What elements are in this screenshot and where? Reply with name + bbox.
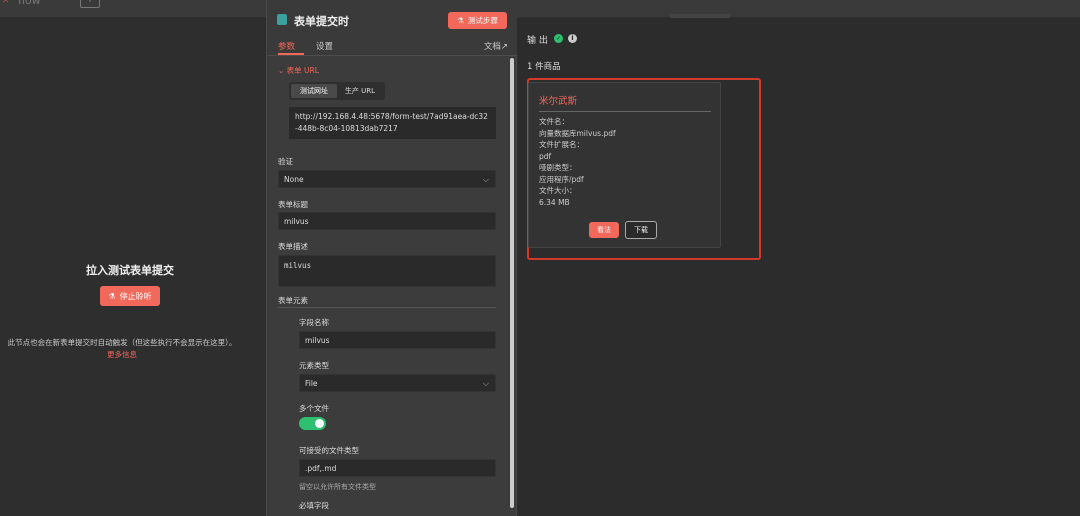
meta-line: 文件名：: [539, 117, 569, 126]
url-mode-switch: 测试网址 生产 URL: [289, 82, 385, 100]
trigger-note: 此节点也会在新表单提交时自动触发（但这些执行不会显示在这里）。 更多信息: [6, 337, 238, 361]
file-property-name: 米尔武斯: [539, 96, 578, 107]
meta-line: 哑剧类型：: [539, 163, 577, 172]
form-title-input[interactable]: milvus: [278, 212, 496, 230]
required-field-label: 必填字段: [299, 501, 329, 510]
field-name-input[interactable]: milvus: [299, 331, 496, 349]
tab-settings[interactable]: 设置: [316, 40, 333, 52]
tab-parameters[interactable]: 参数: [278, 40, 295, 52]
download-button[interactable]: 下载: [625, 221, 657, 239]
stop-listening-label: 停止聆听: [119, 291, 152, 301]
form-description-input[interactable]: milvus: [278, 255, 496, 287]
element-type-select[interactable]: File ⌵: [299, 374, 496, 392]
node-panel: 表单提交时 ⚗ 测试步骤 参数 设置 文档↗ ⌄ 表单 URL 测试网址 生产 …: [266, 0, 518, 516]
success-check-icon: ✓: [554, 34, 563, 43]
toggle-knob: [315, 419, 324, 428]
form-description-label: 表单描述: [278, 242, 308, 251]
test-step-label: 测试步骤: [467, 16, 498, 25]
auth-label: 验证: [278, 157, 293, 166]
trigger-note-text: 此节点也会在新表单提交时自动触发（但这些执行不会显示在这里）。: [7, 338, 237, 347]
more-info-link[interactable]: 更多信息: [107, 350, 137, 359]
docs-label: 文档: [483, 42, 501, 52]
flask-icon: ⚗: [108, 291, 116, 301]
multiple-files-toggle[interactable]: [299, 417, 326, 430]
flask-icon: ⚗: [457, 16, 464, 25]
chevron-down-icon: ⌵: [482, 379, 489, 388]
tab-production-url[interactable]: 生产 URL: [337, 84, 383, 98]
external-link-icon: ↗: [500, 42, 508, 52]
panel-scrollbar[interactable]: [510, 58, 514, 508]
meta-line: 6.34 MB: [539, 197, 570, 207]
stop-listening-button[interactable]: ⚗ 停止聆听: [100, 286, 160, 306]
meta-line: 应用程序/pdf: [539, 174, 584, 184]
form-elements-label: 表单元素: [278, 296, 308, 305]
form-url-section-toggle[interactable]: ⌄ 表单 URL: [278, 65, 319, 76]
form-title-label: 表单标题: [278, 200, 308, 209]
listen-heading: 拉入测试表单提交: [86, 264, 174, 277]
top-bar: ✕ flow +: [0, 0, 1080, 18]
meta-line: 文件扩展名：: [539, 140, 584, 149]
view-button[interactable]: 看法: [589, 222, 619, 238]
form-url-value[interactable]: http://192.168.4.48:5678/form-test/7ad91…: [289, 107, 496, 139]
form-trigger-icon: [277, 14, 287, 25]
node-header: 表单提交时 ⚗ 测试步骤 参数 设置 文档↗: [267, 0, 518, 56]
form-url-section-label: 表单 URL: [286, 66, 319, 75]
active-tab-indicator: [278, 53, 304, 55]
file-meta: 文件名： 向量数据库milvus.pdf 文件扩展名： pdf 哑剧类型： 应用…: [539, 116, 616, 208]
accepted-types-input[interactable]: .pdf,.md: [299, 459, 496, 477]
element-type-value: File: [305, 379, 318, 388]
accepted-types-hint: 留空以允许所有文件类型: [299, 483, 376, 491]
chevron-down-icon: ⌄: [278, 66, 287, 75]
auth-select-value: None: [284, 175, 304, 184]
meta-line: 向量数据库milvus.pdf: [539, 128, 616, 138]
info-icon[interactable]: i: [568, 34, 577, 43]
meta-line: 文件大小：: [539, 186, 577, 195]
field-name-label: 字段名称: [299, 318, 329, 327]
chevron-down-icon: ⌵: [482, 175, 489, 184]
accepted-types-label: 可接受的文件类型: [299, 446, 359, 455]
output-label: 输 出: [527, 36, 548, 46]
input-pane: 拉入测试表单提交 ⚗ 停止聆听 此节点也会在新表单提交时自动触发（但这些执行不会…: [0, 18, 266, 516]
binary-file-card: 米尔武斯 文件名： 向量数据库milvus.pdf 文件扩展名： pdf 哑剧类…: [528, 82, 721, 248]
card-divider: [539, 111, 711, 112]
section-divider: [278, 307, 496, 308]
docs-link[interactable]: 文档↗: [484, 40, 508, 52]
multiple-files-label: 多个文件: [299, 404, 329, 413]
node-title[interactable]: 表单提交时: [294, 13, 349, 29]
workflow-title[interactable]: flow: [18, 0, 41, 7]
tab-test-url[interactable]: 测试网址: [291, 84, 337, 98]
item-count: 1 件商品: [527, 62, 561, 72]
meta-line: pdf: [539, 151, 552, 161]
element-type-label: 元素类型: [299, 361, 329, 370]
flow-icon: ✕: [2, 0, 10, 6]
output-pane: 输 出 ✓ i 1 件商品 米尔武斯 文件名： 向量数据库milvus.pdf …: [517, 18, 1080, 516]
add-button[interactable]: +: [80, 0, 100, 8]
auth-select[interactable]: None ⌵: [278, 170, 496, 188]
test-step-button[interactable]: ⚗ 测试步骤: [448, 12, 507, 29]
